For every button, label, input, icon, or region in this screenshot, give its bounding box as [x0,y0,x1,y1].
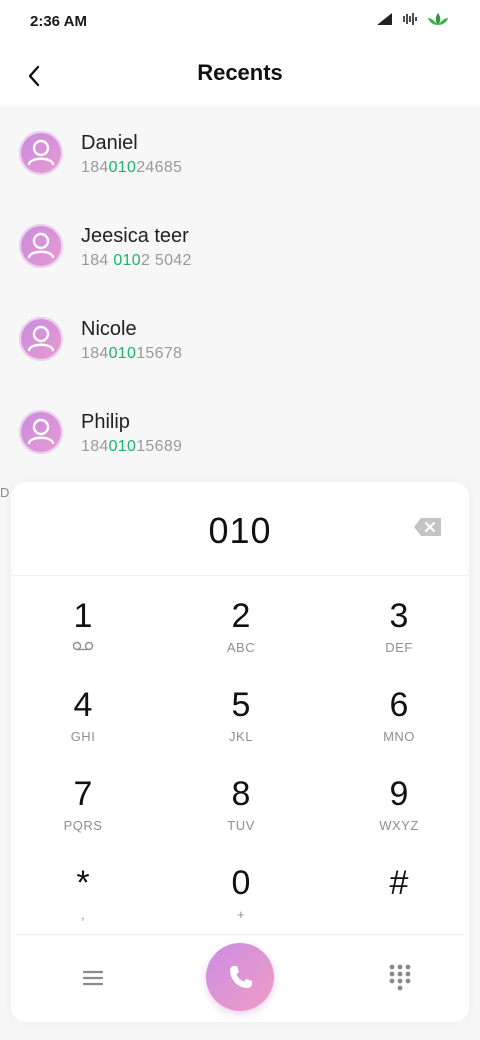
wifi-icon [403,13,417,25]
recent-item[interactable]: Daniel 18401024685 [0,106,480,199]
contact-number: 184 0102 5042 [81,252,192,269]
key-3[interactable]: 3 DEF [339,596,459,674]
key-1[interactable]: 1 [23,596,143,674]
index-letter: D [0,485,10,500]
person-icon [27,418,55,445]
page-title: Recents [197,60,283,85]
key-letters: WXYZ [379,818,419,833]
key-digit: 5 [231,686,251,724]
person-icon [27,325,55,352]
contact-number: 18401024685 [81,159,183,176]
key-digit: 2 [231,597,251,635]
avatar [19,224,63,268]
keypad-toggle-button[interactable] [388,963,412,991]
call-button[interactable] [206,943,274,1011]
contact-number: 18401015689 [81,438,183,455]
recent-item[interactable]: Nicole 18401015678 [0,292,480,385]
recent-item[interactable]: Jeesica teer 184 0102 5042 [0,199,480,292]
recents-list: Daniel 18401024685 Jeesica teer 184 0102… [0,106,480,486]
avatar [19,131,63,175]
contact-number: 18401015678 [81,345,183,362]
key-digit: 8 [231,775,251,813]
dialpad-actions [16,934,464,1022]
phone-icon [230,966,252,988]
status-icons [376,12,450,26]
key-digit: 0 [231,864,251,902]
menu-icon [82,970,104,986]
person-icon [27,139,55,166]
key-0[interactable]: 0 + [181,863,301,941]
signal-icon [377,13,392,25]
key-digit: 7 [73,775,93,813]
key-5[interactable]: 5 JKL [181,685,301,763]
backspace-button[interactable] [413,516,443,538]
key-6[interactable]: 6 MNO [339,685,459,763]
dial-display: 010 [11,482,469,576]
backspace-icon [414,518,441,536]
menu-button[interactable] [80,967,106,989]
dialed-number: 010 [208,510,272,551]
key-8[interactable]: 8 TUV [181,774,301,852]
key-letters: , [80,907,86,922]
lotus-icon [428,13,448,25]
key-4[interactable]: 4 GHI [23,685,143,763]
key-9[interactable]: 9 WXYZ [339,774,459,852]
key-letters: DEF [385,640,413,655]
key-2[interactable]: 2 ABC [181,596,301,674]
person-icon [27,232,55,259]
key-letters: TUV [227,818,255,833]
key-hash[interactable]: # [339,863,459,941]
key-digit: 3 [389,597,409,635]
key-letters: PQRS [63,818,103,833]
status-bar: 2:36 AM [0,0,480,44]
contact-name: Daniel [81,132,138,154]
key-digit: 6 [389,686,409,724]
key-letters: + [236,907,246,922]
avatar [19,317,63,361]
avatar [19,410,63,454]
recent-item[interactable]: Philip 18401015689 [0,385,480,478]
key-digit: 9 [389,775,409,813]
keypad-icon [389,964,411,991]
contact-name: Philip [81,411,130,433]
voicemail-icon [23,640,143,655]
key-digit: * [76,864,90,902]
key-letters: ABC [226,640,256,655]
status-time: 2:36 AM [30,13,87,30]
contact-name: Jeesica teer [81,225,189,247]
key-letters: MNO [383,729,415,744]
key-star[interactable]: * , [23,863,143,941]
header: Recents [0,44,480,106]
key-digit: # [389,864,409,902]
dialpad-panel: 010 1 2 ABC 3 DEF 4 GHI 5 JKL 6 MNO 7 PQ… [11,482,469,1022]
key-letters: JKL [229,729,253,744]
key-7[interactable]: 7 PQRS [23,774,143,852]
contact-name: Nicole [81,318,137,340]
key-digit: 4 [73,686,93,724]
key-digit: 1 [73,597,93,635]
key-letters: GHI [70,729,96,744]
